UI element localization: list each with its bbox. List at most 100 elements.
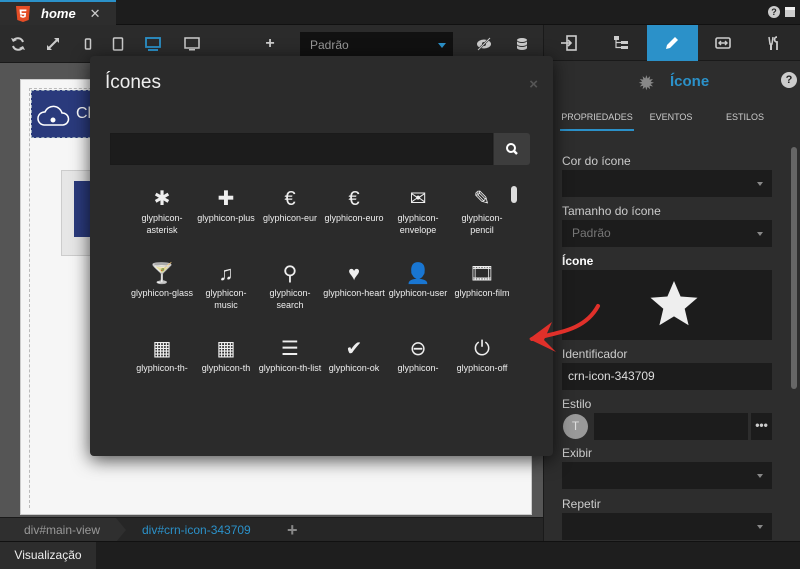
add-breadcrumb-button[interactable]: + xyxy=(287,520,298,540)
icon-option-glyphicon-heart[interactable]: ♥ glyphicon-​heart xyxy=(322,261,386,321)
add-button[interactable]: + xyxy=(262,36,278,52)
phone-icon[interactable] xyxy=(80,36,96,52)
close-icon[interactable]: ✕ xyxy=(90,6,101,22)
icon-picker-field[interactable] xyxy=(562,270,772,340)
icon-size-select[interactable]: Padrão xyxy=(562,220,772,247)
icon-option-glyphicon-th-large[interactable]: ▦ glyphicon-th-​large xyxy=(130,336,194,376)
icon-option-label: glyphicon-​asterisk xyxy=(141,213,183,235)
icon-option-glyphicon-th[interactable]: ▦ glyphicon-​th xyxy=(194,336,258,376)
icon-option-label: glyphicon-​music xyxy=(205,288,247,310)
breadcrumb-item-icon[interactable]: div#crn-icon-343709 xyxy=(142,518,251,542)
chevron-down-icon xyxy=(757,182,763,186)
cloud-logo-icon xyxy=(37,105,70,126)
th-list-icon: ☰ xyxy=(281,338,299,360)
icon-option-glyphicon-th-list[interactable]: ☰ glyphicon-th-​list xyxy=(258,336,322,376)
icon-option-glyphicon-off[interactable]: ⏻ glyphicon-​off xyxy=(450,336,514,376)
fullscreen-icon[interactable] xyxy=(45,36,61,52)
glass-icon: 🍸 xyxy=(149,263,175,285)
help-icon[interactable]: ? xyxy=(768,6,780,18)
maximize-icon[interactable] xyxy=(785,7,795,17)
icon-color-label: Cor do ícone xyxy=(562,154,631,168)
panel-tabs xyxy=(544,25,800,61)
icon-option-label: glyphicon-th-​large xyxy=(136,363,188,376)
display-label: Exibir xyxy=(562,446,593,460)
eye-slash-icon[interactable] xyxy=(476,36,492,52)
icon-option-glyphicon-pencil[interactable]: ✎ glyphicon-​pencil xyxy=(450,186,514,246)
repeat-select[interactable] xyxy=(562,513,772,540)
icon-component[interactable]: ★ xyxy=(61,170,93,256)
breadcrumb-item-main-view[interactable]: div#main-view xyxy=(0,518,117,542)
identifier-input[interactable]: crn-icon-343709 xyxy=(562,363,772,390)
style-label: Estilo xyxy=(562,397,592,411)
icon-label: Ícone xyxy=(562,254,594,268)
icon-option-glyphicon-envelope[interactable]: ✉ glyphicon-​envelope xyxy=(386,186,450,246)
tablet-icon[interactable] xyxy=(110,36,126,52)
subtab-estilos[interactable]: ESTILOS xyxy=(710,105,780,131)
icon-option-glyphicon-euro[interactable]: € glyphicon-​euro xyxy=(322,186,386,246)
icon-option-glyphicon-plus[interactable]: ✚ glyphicon-​plus xyxy=(194,186,258,246)
close-icon[interactable]: × xyxy=(529,76,538,93)
icon-option-label: glyphicon-​heart xyxy=(323,288,385,298)
panel-title-row: ✹ Ícone ? xyxy=(544,61,800,103)
mode-select[interactable]: Padrão xyxy=(300,32,453,58)
database-icon[interactable] xyxy=(514,36,530,52)
chevron-down-icon xyxy=(757,525,763,529)
tree-icon[interactable] xyxy=(596,25,647,61)
zoom-out-icon: ⊖ xyxy=(409,338,427,360)
icon-color-select[interactable] xyxy=(562,170,772,197)
chevron-down-icon xyxy=(757,474,763,478)
icon-option-glyphicon-zoom-out[interactable]: ⊖ glyphicon-zoom-​out xyxy=(386,336,450,376)
icon-option-glyphicon-glass[interactable]: 🍸 glyphicon-​glass xyxy=(130,261,194,321)
breadcrumb: div#main-view div#crn-icon-343709 + xyxy=(0,517,543,542)
icon-option-glyphicon-asterisk[interactable]: ✱ glyphicon-​asterisk xyxy=(130,186,194,246)
icon-option-glyphicon-ok[interactable]: ✔ glyphicon-​ok xyxy=(322,336,386,376)
tab-visualizacao[interactable]: Visualização xyxy=(0,542,96,569)
ok-icon: ✔ xyxy=(345,338,363,360)
icon-option-glyphicon-music[interactable]: ♫ glyphicon-​music xyxy=(194,261,258,321)
display-select[interactable] xyxy=(562,462,772,489)
desktop-icon[interactable] xyxy=(145,36,161,52)
style-input[interactable] xyxy=(594,413,748,440)
star-icon xyxy=(650,281,698,326)
icon-option-label: glyphicon-​ok xyxy=(328,363,380,373)
user-icon: 👤 xyxy=(405,263,431,285)
heart-icon: ♥ xyxy=(348,263,360,285)
music-icon: ♫ xyxy=(218,263,234,285)
icon-option-label: glyphicon-​pencil xyxy=(461,213,503,235)
icon-option-glyphicon-eur[interactable]: € glyphicon-​eur xyxy=(258,186,322,246)
modal-title: Ícones xyxy=(105,72,161,93)
envelope-icon: ✉ xyxy=(409,188,427,210)
resize-icon[interactable] xyxy=(698,25,749,61)
monitor-icon[interactable] xyxy=(184,36,200,52)
help-icon[interactable]: ? xyxy=(781,72,797,88)
plus-icon: ✚ xyxy=(217,188,235,210)
icon-option-glyphicon-search[interactable]: ⚲ glyphicon-​search xyxy=(258,261,322,321)
asterisk-icon: ✱ xyxy=(153,188,171,210)
icon-search-input[interactable] xyxy=(110,133,493,165)
star-icon: ★ xyxy=(76,217,89,233)
logo-component[interactable]: Cl xyxy=(31,90,91,138)
more-button[interactable]: ••• xyxy=(751,413,772,440)
refresh-icon[interactable] xyxy=(10,36,26,52)
subtab-eventos[interactable]: EVENTOS xyxy=(644,105,698,131)
icon-option-glyphicon-user[interactable]: 👤 glyphicon-​user xyxy=(386,261,450,321)
identifier-label: Identificador xyxy=(562,347,628,361)
icon-grid: ✱ glyphicon-​asterisk ✚ glyphicon-​plus € gly… xyxy=(130,186,520,376)
off-icon: ⏻ xyxy=(474,338,490,360)
icons-modal: Ícones × ✱ glyphicon-​asterisk ✚ glyphicon-… xyxy=(90,56,553,456)
icon-option-label: glyphicon-​th xyxy=(201,363,251,373)
subtab-propriedades[interactable]: PROPRIEDADES xyxy=(560,105,634,131)
icon-option-label: glyphicon-​eur xyxy=(262,213,318,223)
tab-home[interactable]: home ✕ xyxy=(0,0,116,25)
pencil-tab-icon[interactable] xyxy=(647,25,698,61)
icon-option-glyphicon-film[interactable]: 🎞 glyphicon-​film xyxy=(450,261,514,321)
icon-size-value: Padrão xyxy=(572,226,611,240)
login-icon[interactable] xyxy=(544,25,595,61)
vertical-scrollbar[interactable] xyxy=(791,147,797,389)
th-icon: ▦ xyxy=(216,338,236,360)
chevron-down-icon xyxy=(438,43,446,48)
html5-icon xyxy=(16,5,30,22)
search-button[interactable] xyxy=(494,133,530,165)
modal-scrollbar[interactable] xyxy=(511,186,517,203)
tools-icon[interactable] xyxy=(749,25,800,61)
